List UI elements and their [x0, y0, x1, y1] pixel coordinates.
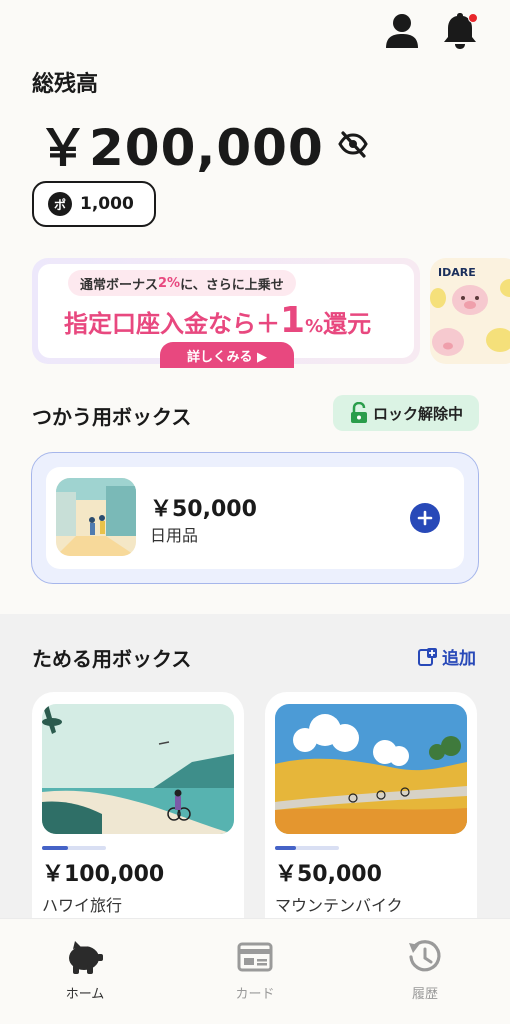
- add-save-box-label: 追加: [442, 649, 476, 669]
- save-box-progress: [42, 846, 106, 850]
- header-icons: [382, 10, 480, 50]
- eye-off-icon[interactable]: [338, 129, 368, 159]
- balance-amount: ￥200,000: [38, 119, 324, 177]
- notification-dot: [468, 13, 478, 23]
- spend-box-name: 日用品: [150, 526, 199, 545]
- save-box-amount: ￥50,000: [275, 862, 382, 887]
- save-box-name: マウンテンバイク: [275, 896, 403, 915]
- spend-section-title: つかう用ボックス: [32, 405, 192, 429]
- promo-banner-next[interactable]: IDARE: [430, 258, 510, 364]
- balance-label: 総残高: [32, 72, 99, 97]
- card-icon: [237, 942, 273, 972]
- banner-headline: 指定口座入金なら＋1%還元: [64, 300, 372, 341]
- balance-row: ￥200,000: [38, 108, 368, 180]
- add-save-box-button[interactable]: 追加: [418, 644, 476, 669]
- nav-label-card: カード: [235, 987, 275, 1002]
- banner-details-button[interactable]: 詳しくみる ▶: [160, 342, 294, 368]
- lock-status-badge[interactable]: ロック解除中: [333, 395, 479, 431]
- bottom-nav: ホーム カード 履歴: [0, 918, 510, 1024]
- unlock-icon: [350, 402, 367, 423]
- points-badge-icon: ポ: [48, 192, 72, 216]
- spend-box-image: [56, 478, 136, 556]
- nav-item-card[interactable]: カード: [170, 919, 340, 1024]
- save-box-progress: [275, 846, 339, 850]
- save-box-image-mountain: [275, 704, 467, 834]
- save-box-image-beach: [42, 704, 234, 834]
- points-pill[interactable]: ポ 1,000: [32, 181, 156, 227]
- bell-icon[interactable]: [440, 10, 480, 50]
- save-section-title: ためる用ボックス: [32, 647, 192, 671]
- person-icon[interactable]: [382, 10, 422, 50]
- add-box-icon: [418, 647, 437, 666]
- points-value: 1,000: [80, 194, 134, 214]
- nav-label-home: ホーム: [65, 987, 105, 1002]
- add-funds-icon[interactable]: [410, 503, 440, 533]
- save-box-amount: ￥100,000: [42, 862, 165, 887]
- save-box-name: ハワイ旅行: [42, 896, 123, 915]
- spend-box-amount: ￥50,000: [150, 497, 257, 522]
- save-box-card[interactable]: ￥50,000 マウンテンバイク: [265, 692, 477, 932]
- nav-label-history: 履歴: [411, 987, 438, 1002]
- promo-banner[interactable]: 通常ボーナス 2% に、さらに上乗せ 指定口座入金なら＋1%還元 詳しくみる ▶: [32, 258, 420, 368]
- history-icon: [409, 940, 441, 972]
- lock-status-label: ロック解除中: [372, 404, 463, 423]
- banner-subtitle: 通常ボーナス 2% に、さらに上乗せ: [68, 270, 296, 296]
- nav-item-history[interactable]: 履歴: [340, 919, 510, 1024]
- spend-box-card[interactable]: ￥50,000 日用品: [46, 467, 464, 569]
- piggy-bank-icon: [69, 941, 103, 974]
- spend-box-container: ￥50,000 日用品: [31, 452, 479, 584]
- nav-item-home[interactable]: ホーム: [0, 919, 170, 1024]
- save-box-card[interactable]: ￥100,000 ハワイ旅行: [32, 692, 244, 932]
